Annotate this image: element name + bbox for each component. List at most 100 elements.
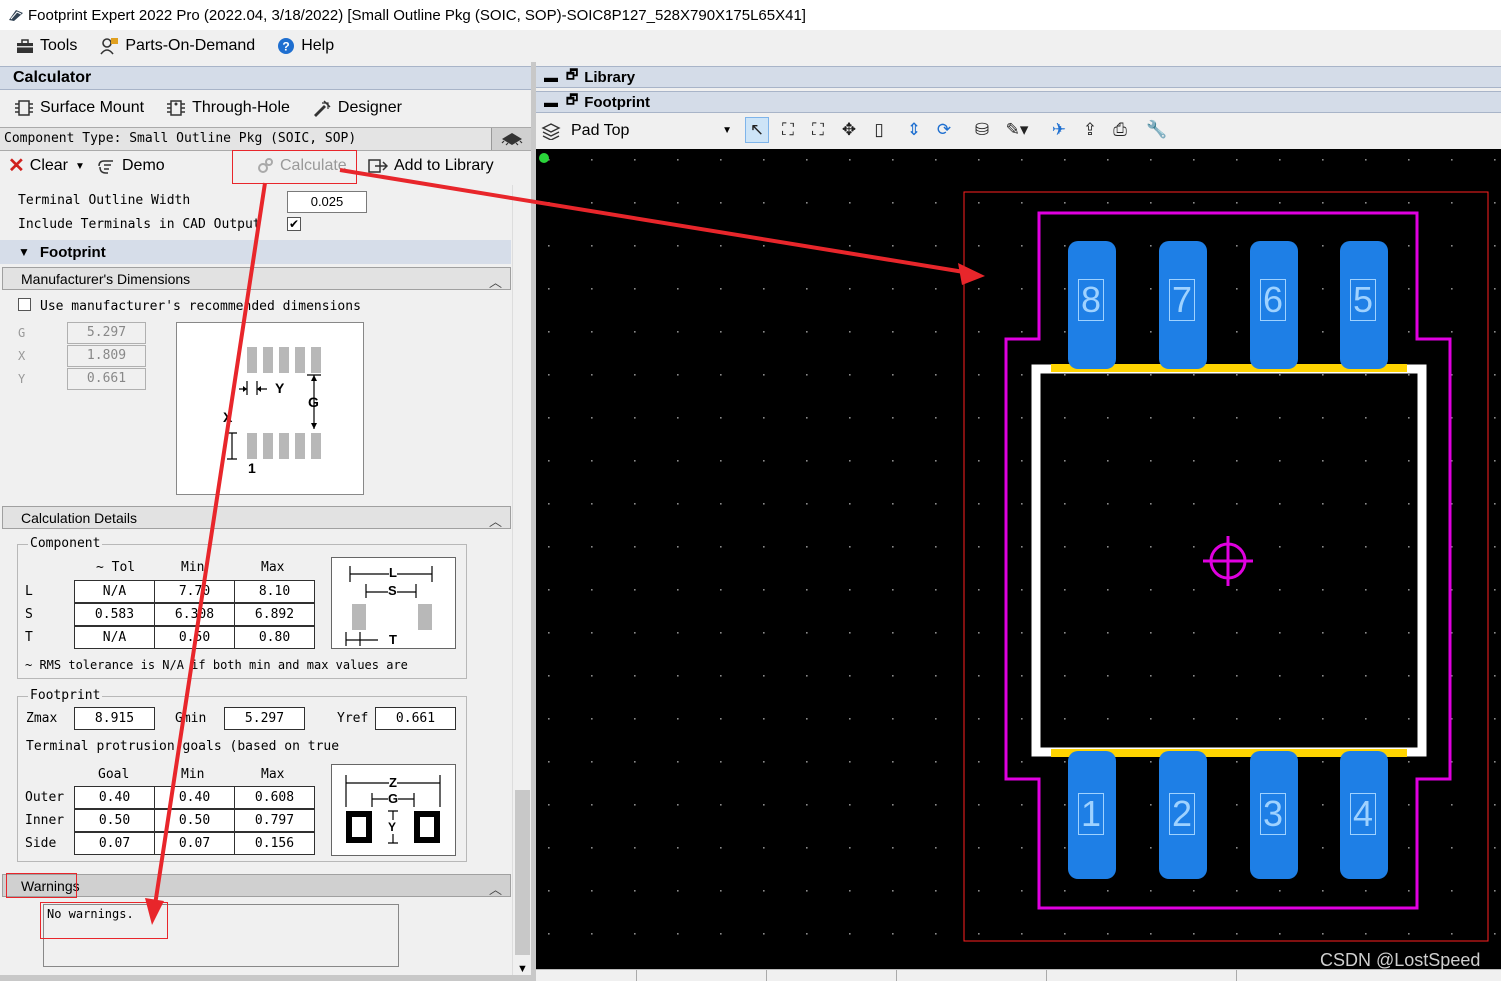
upload-icon[interactable]: ⇪: [1078, 117, 1102, 143]
component-s-min[interactable]: 6.308: [154, 603, 235, 626]
pad-6[interactable]: 6: [1250, 241, 1298, 369]
side-min[interactable]: 0.07: [154, 832, 235, 855]
component-t-max[interactable]: 0.80: [234, 626, 315, 649]
scroll-down-icon[interactable]: ▼: [517, 963, 528, 975]
select-arrow-icon[interactable]: ↖: [745, 117, 769, 143]
component-boundary: [963, 191, 1489, 942]
footprint-row-label: Inner: [25, 813, 65, 828]
footprint-row-label: Outer: [25, 790, 65, 805]
manufacturer-dimensions-title: Manufacturer's Dimensions: [21, 270, 191, 287]
refresh-icon[interactable]: ⟳: [932, 117, 956, 143]
diagram-g-label: G: [388, 791, 399, 806]
pan-move-icon[interactable]: ✥: [837, 117, 861, 143]
menu-parts-on-demand[interactable]: Parts-On-Demand: [99, 36, 255, 56]
component-group-title: Component: [28, 536, 103, 551]
zoom-window-icon[interactable]: ⛶: [806, 117, 830, 143]
chevron-up-icon: ︿: [488, 275, 502, 290]
component-type-selector[interactable]: [491, 128, 531, 150]
status-divider: [1236, 970, 1237, 981]
menu-help[interactable]: ? Help: [277, 37, 334, 55]
warnings-header[interactable]: Warnings ︿: [2, 874, 511, 897]
footprint-section-header[interactable]: ▼ Footprint: [0, 240, 511, 264]
pad-2[interactable]: 2: [1159, 751, 1207, 879]
window-title: Footprint Expert 2022 Pro (2022.04, 3/18…: [28, 6, 806, 24]
database-icon[interactable]: ⛁: [970, 117, 994, 143]
print-icon[interactable]: ⎙: [1108, 117, 1132, 143]
smd-chip-icon: [15, 100, 33, 116]
component-s-max[interactable]: 6.892: [234, 603, 315, 626]
bottom-strip: [0, 975, 531, 981]
side-goal[interactable]: 0.07: [74, 832, 155, 855]
menu-tools[interactable]: Tools: [16, 37, 77, 55]
help-icon: ?: [278, 38, 295, 54]
footprint-canvas[interactable]: 8 7 6 5 1 2 3 4: [536, 149, 1501, 969]
pad-1[interactable]: 1: [1068, 751, 1116, 879]
dim-g-input[interactable]: 5.297: [67, 322, 146, 344]
use-recommended-label: Use manufacturer's recommended dimension…: [40, 299, 361, 314]
footprint-header[interactable]: ▬ 🗗 Footprint: [536, 91, 1501, 113]
manufacturer-dimensions-header[interactable]: Manufacturer's Dimensions ︿: [2, 267, 511, 290]
gmin-input[interactable]: 5.297: [224, 707, 305, 730]
status-divider: [1046, 970, 1047, 981]
tab-designer[interactable]: Designer: [312, 99, 402, 117]
pad-5[interactable]: 5: [1340, 241, 1388, 369]
footprint-row-label: Side: [25, 836, 57, 851]
use-recommended-checkbox[interactable]: [18, 298, 31, 311]
restore-icon[interactable]: 🗗: [566, 91, 578, 113]
demo-button[interactable]: Demo: [96, 157, 165, 175]
restore-icon[interactable]: 🗗: [566, 66, 578, 88]
status-divider: [766, 970, 767, 981]
airplane-export-icon[interactable]: ✈: [1047, 117, 1071, 143]
pad-label: 4: [1350, 793, 1376, 835]
dim-x-input[interactable]: 1.809: [67, 345, 146, 367]
diagram-x-label: X: [223, 409, 233, 425]
wrench-icon[interactable]: 🔧: [1145, 117, 1169, 143]
zmax-input[interactable]: 8.915: [74, 707, 155, 730]
add-to-library-button[interactable]: Add to Library: [368, 157, 494, 175]
outer-goal[interactable]: 0.40: [74, 786, 155, 809]
outer-min[interactable]: 0.40: [154, 786, 235, 809]
rms-tolerance-note: ~ RMS tolerance is N/A if both min and m…: [25, 658, 408, 672]
calculation-details-header[interactable]: Calculation Details ︿: [2, 506, 511, 529]
minimize-icon[interactable]: ▬: [544, 94, 558, 110]
outer-max[interactable]: 0.608: [234, 786, 315, 809]
inner-goal[interactable]: 0.50: [74, 809, 155, 832]
include-terminals-checkbox[interactable]: ✔: [287, 217, 301, 231]
pad-7[interactable]: 7: [1159, 241, 1207, 369]
calculator-title: Calculator: [13, 69, 92, 86]
component-l-max[interactable]: 8.10: [234, 580, 315, 603]
clear-button[interactable]: ✕ Clear ▼: [8, 156, 85, 176]
component-t-tol[interactable]: N/A: [74, 626, 155, 649]
tab-surface-mount[interactable]: Surface Mount: [14, 99, 144, 117]
yref-input[interactable]: 0.661: [375, 707, 456, 730]
chip-package-icon: [501, 133, 522, 146]
inner-min[interactable]: 0.50: [154, 809, 235, 832]
component-l-tol[interactable]: N/A: [74, 580, 155, 603]
measure-icon[interactable]: ▯: [867, 117, 891, 143]
diagram-l-label: L: [389, 565, 397, 580]
menu-tools-label: Tools: [40, 37, 78, 54]
inner-max[interactable]: 0.797: [234, 809, 315, 832]
terminal-outline-width-input[interactable]: 0.025: [287, 191, 367, 213]
pad-4[interactable]: 4: [1340, 751, 1388, 879]
zoom-fit-icon[interactable]: ⛶: [776, 117, 800, 143]
footprint-header-label: Footprint: [39, 243, 106, 261]
component-l-min[interactable]: 7.70: [154, 580, 235, 603]
scrollbar-thumb[interactable]: [515, 790, 530, 955]
minimize-icon[interactable]: ▬: [544, 69, 558, 85]
dim-y-input[interactable]: 0.661: [67, 368, 146, 390]
component-s-tol[interactable]: 0.583: [74, 603, 155, 626]
tab-through-hole[interactable]: Through-Hole: [166, 99, 290, 117]
calculator-scrollbar[interactable]: ▼: [512, 185, 531, 975]
pad-8[interactable]: 8: [1068, 241, 1116, 369]
pen-dropdown-icon[interactable]: ✎▾: [1000, 117, 1034, 143]
calculator-tabs: Surface Mount Through-Hole Designer: [0, 92, 531, 124]
layer-select[interactable]: Pad Top ▼: [566, 118, 736, 144]
flip-vertical-icon[interactable]: ⇕: [902, 117, 926, 143]
pointing-hand-icon: [98, 160, 113, 174]
side-max[interactable]: 0.156: [234, 832, 315, 855]
library-header[interactable]: ▬ 🗗 Library: [536, 66, 1501, 88]
annotation-box-no-warnings: [40, 902, 168, 939]
pad-3[interactable]: 3: [1250, 751, 1298, 879]
component-t-min[interactable]: 0.50: [154, 626, 235, 649]
